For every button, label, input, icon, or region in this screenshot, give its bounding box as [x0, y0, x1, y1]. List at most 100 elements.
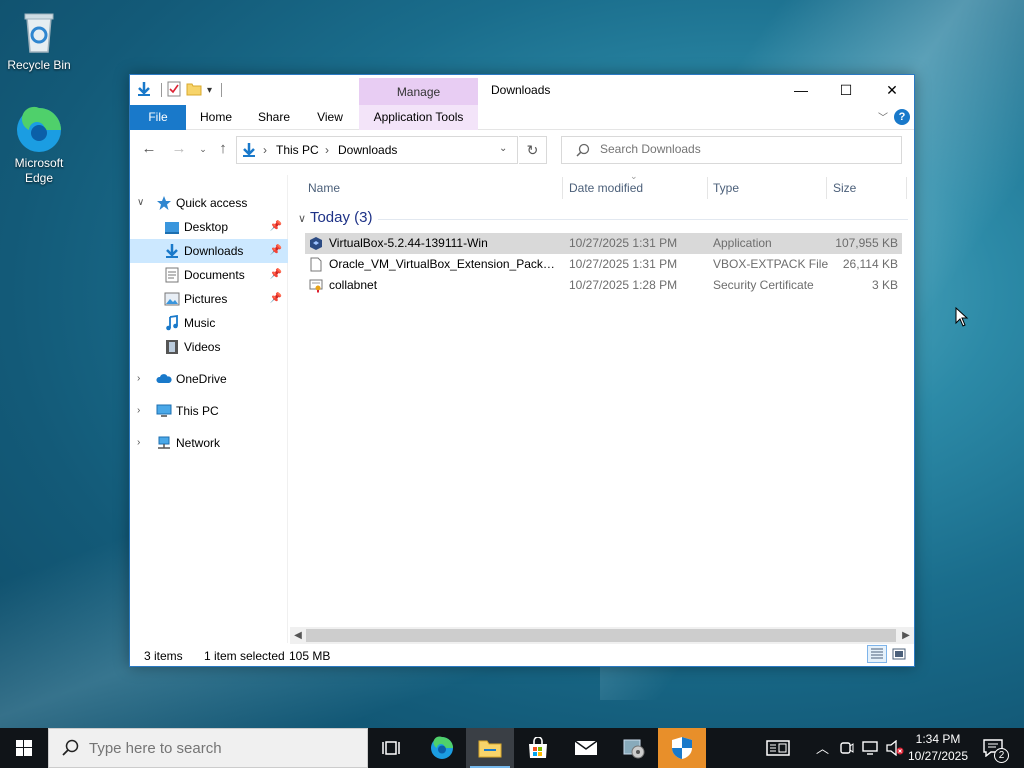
back-button[interactable]: ← — [140, 141, 158, 157]
nav-item-downloads[interactable]: Downloads 📌 — [130, 239, 288, 263]
store-bag-icon — [529, 737, 547, 758]
nav-item-music[interactable]: Music — [130, 311, 288, 335]
notification-center-button[interactable]: 2 — [978, 728, 1018, 768]
column-header-date-modified[interactable]: Date modified — [569, 175, 643, 201]
breadcrumb-downloads[interactable]: Downloads — [338, 143, 397, 157]
file-size: 26,114 KB — [842, 257, 898, 271]
group-divider — [378, 219, 908, 220]
help-icon[interactable]: ? — [894, 109, 910, 125]
expanded-chevron-icon[interactable]: ∨ — [137, 191, 144, 215]
column-header-size[interactable]: Size — [833, 175, 856, 201]
nav-item-this-pc[interactable]: › This PC — [130, 399, 288, 423]
tab-view[interactable]: View — [306, 105, 354, 130]
table-row[interactable]: VirtualBox-5.2.44-139111-Win 10/27/2025 … — [305, 233, 902, 254]
tab-file[interactable]: File — [130, 105, 186, 130]
nav-item-pictures[interactable]: Pictures 📌 — [130, 287, 288, 311]
address-dropdown-icon[interactable]: ⌄ — [499, 143, 507, 154]
recycle-bin-icon — [15, 8, 63, 56]
nav-item-network[interactable]: › Network — [130, 431, 288, 455]
nav-item-label: Videos — [184, 340, 221, 354]
nav-item-desktop[interactable]: Desktop 📌 — [130, 215, 288, 239]
nav-item-onedrive[interactable]: › OneDrive — [130, 367, 288, 391]
taskbar-search-input[interactable] — [89, 740, 359, 757]
large-icons-view-button[interactable] — [889, 645, 909, 663]
taskbar-search-box[interactable] — [48, 728, 368, 768]
column-divider[interactable] — [826, 177, 827, 199]
search-input[interactable] — [600, 142, 890, 156]
search-icon — [61, 739, 79, 760]
control-panel-icon — [623, 739, 645, 759]
maximize-button[interactable]: ☐ — [823, 75, 869, 105]
desktop-folder-icon — [164, 219, 180, 235]
nav-item-label: This PC — [176, 404, 219, 418]
forward-button[interactable]: → — [170, 141, 188, 157]
scrollbar-thumb[interactable] — [306, 629, 896, 642]
task-view-button[interactable] — [368, 728, 416, 768]
group-label: Today (3) — [309, 209, 373, 226]
show-hidden-icons-icon[interactable]: ︿ — [816, 738, 829, 757]
up-button[interactable]: ↑ — [214, 141, 232, 157]
taskbar-app-store[interactable] — [514, 728, 562, 768]
column-divider[interactable] — [906, 177, 907, 199]
blank-file-icon — [309, 257, 323, 272]
clock-time: 1:34 PM — [915, 732, 961, 746]
refresh-button[interactable]: ↻ — [519, 136, 547, 164]
address-bar[interactable]: › This PC › Downloads ⌄ — [236, 136, 518, 164]
column-divider[interactable] — [707, 177, 708, 199]
toolbar-divider — [221, 83, 223, 97]
scroll-left-icon[interactable]: ◀ — [290, 627, 306, 644]
taskbar-app-control-panel[interactable] — [610, 728, 658, 768]
system-clock[interactable]: 1:34 PM 10/27/2025 — [900, 731, 976, 765]
file-date: 10/27/2025 1:31 PM — [569, 236, 678, 250]
network-status-icon[interactable] — [862, 740, 880, 759]
search-box[interactable] — [561, 136, 902, 164]
expand-ribbon-icon[interactable]: ﹀ — [878, 109, 888, 124]
cloud-icon — [156, 371, 172, 387]
properties-icon[interactable] — [167, 81, 181, 100]
start-button[interactable] — [0, 728, 48, 768]
status-selected-size: 105 MB — [289, 649, 331, 663]
new-folder-icon[interactable] — [186, 81, 202, 100]
scroll-right-icon[interactable]: ▶ — [898, 627, 914, 644]
news-widget-icon[interactable] — [766, 739, 790, 760]
desktop-icon-edge[interactable]: Microsoft Edge — [1, 106, 77, 186]
nav-item-quick-access[interactable]: ∨ Quick access — [130, 191, 288, 215]
certificate-icon — [309, 278, 323, 293]
customize-toolbar-icon[interactable]: ▾ — [207, 85, 212, 96]
taskbar-app-edge[interactable] — [418, 728, 466, 768]
horizontal-scrollbar[interactable]: ◀ ▶ — [290, 627, 914, 644]
column-header-name[interactable]: Name — [308, 175, 340, 201]
close-button[interactable]: ✕ — [869, 75, 915, 105]
group-header-today[interactable]: ∨ Today (3) — [298, 209, 908, 226]
table-row[interactable]: Oracle_VM_VirtualBox_Extension_Pack-5...… — [305, 254, 902, 275]
taskbar-app-mail[interactable] — [562, 728, 610, 768]
column-divider[interactable] — [562, 177, 563, 199]
tab-home[interactable]: Home — [190, 105, 242, 130]
desktop-icon-label: Recycle Bin — [7, 58, 71, 72]
collapsed-chevron-icon[interactable]: › — [137, 431, 140, 455]
taskbar-app-security-shield[interactable] — [658, 728, 706, 768]
meeting-camera-icon[interactable] — [839, 740, 855, 759]
recent-locations-button[interactable]: ⌄ — [194, 141, 212, 157]
file-type: Security Certificate — [713, 278, 814, 292]
nav-item-label: Quick access — [176, 196, 248, 210]
collapsed-chevron-icon[interactable]: › — [137, 367, 140, 391]
details-view-button[interactable] — [867, 645, 887, 663]
column-header-type[interactable]: Type — [713, 175, 739, 201]
table-row[interactable]: collabnet 10/27/2025 1:28 PM Security Ce… — [305, 275, 902, 296]
file-name: Oracle_VM_VirtualBox_Extension_Pack-5...… — [329, 257, 555, 271]
nav-item-videos[interactable]: Videos — [130, 335, 288, 359]
collapsed-chevron-icon[interactable]: › — [137, 399, 140, 423]
tab-application-tools[interactable]: Application Tools — [359, 105, 478, 130]
tab-manage-group[interactable]: Manage — [359, 78, 478, 105]
title-bar[interactable]: ▾ Manage Downloads — ☐ ✕ — [130, 75, 914, 105]
nav-item-documents[interactable]: Documents 📌 — [130, 263, 288, 287]
tab-share[interactable]: Share — [248, 105, 300, 130]
taskbar: ︿ 1:34 PM 10/27/2025 2 — [0, 728, 1024, 768]
film-icon — [164, 339, 180, 355]
minimize-button[interactable]: — — [778, 75, 824, 105]
desktop-icon-recycle-bin[interactable]: Recycle Bin — [1, 8, 77, 73]
breadcrumb-this-pc[interactable]: This PC — [276, 143, 319, 157]
taskbar-app-file-explorer[interactable] — [466, 728, 514, 768]
collapse-group-icon[interactable]: ∨ — [298, 213, 306, 225]
